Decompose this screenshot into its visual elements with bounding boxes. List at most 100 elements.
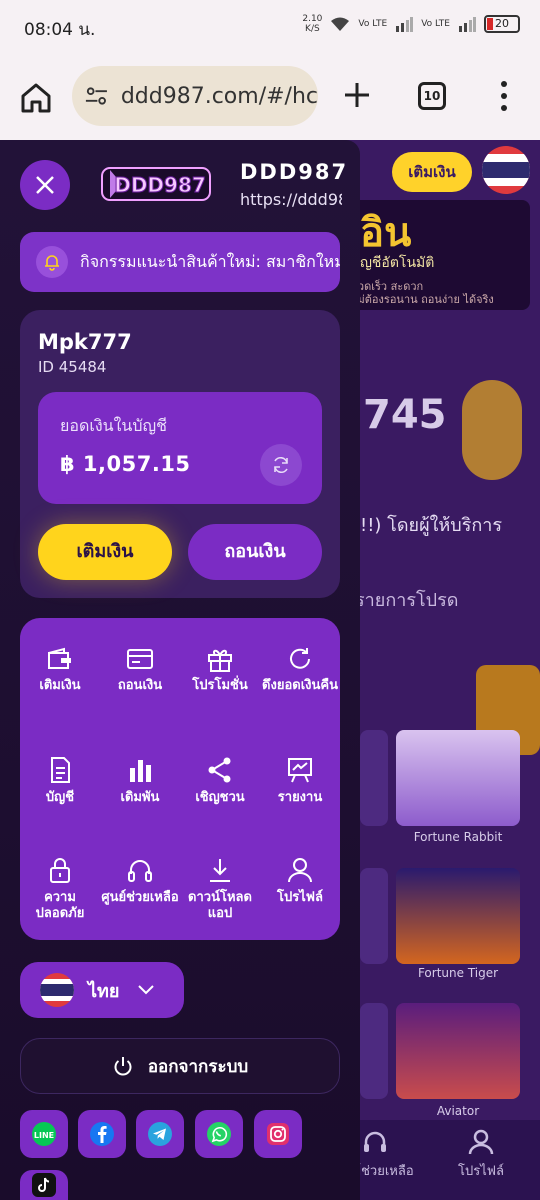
bar-chart-icon (130, 760, 151, 782)
more-options-icon[interactable] (496, 78, 512, 114)
game-title: Aviator (436, 1104, 480, 1118)
logout-label: ออกจากระบบ (147, 1056, 249, 1077)
game-title: Fortune Rabbit (413, 830, 503, 844)
nav-profile[interactable]: โปรไฟล์ (436, 1128, 526, 1181)
svg-text:LINE: LINE (34, 1131, 54, 1140)
coins-image (462, 380, 522, 480)
language-label: ไทย (88, 980, 120, 1002)
thai-flag-icon[interactable] (482, 146, 530, 194)
lock-icon (50, 858, 70, 883)
site-url: https://ddd987.com (240, 190, 342, 209)
whatsapp-button[interactable] (195, 1110, 243, 1158)
wallet-icon (48, 647, 71, 669)
signal-icon (459, 17, 476, 32)
balance-amount: ฿ 1,057.15 (60, 452, 191, 476)
download-icon (210, 859, 230, 882)
telegram-icon (148, 1122, 172, 1146)
banner-text: รวดเร็ว สะดวก ไม่ต้องรอนาน ถอนง่าย ได้จริ… (352, 280, 494, 306)
share-icon (208, 757, 231, 783)
game-card-fortune-rabbit[interactable] (396, 730, 520, 826)
menu-bets[interactable]: เดิมพัน (100, 756, 180, 806)
facebook-button[interactable] (78, 1110, 126, 1158)
menu-account[interactable]: บัญชี (20, 756, 100, 806)
url-text: ddd987.com/#/hc (120, 83, 318, 109)
chevron-down-icon (138, 985, 155, 995)
logout-button[interactable]: ออกจากระบบ (20, 1038, 340, 1094)
instagram-button[interactable] (254, 1110, 302, 1158)
game-card-fortune-tiger[interactable] (396, 868, 520, 964)
menu-download-app[interactable]: ดาวน์โหลดแอป (180, 856, 260, 922)
address-bar[interactable]: ddd987.com/#/hc (72, 66, 318, 126)
user-id: ID 45484 (38, 358, 107, 376)
promo-banner[interactable]: อิน ญชีอัตโนมัติ รวดเร็ว สะดวก ไม่ต้องรอน… (340, 200, 530, 310)
site-logo: DDD987 (101, 167, 211, 201)
deposit-button[interactable]: เติมเงิน (38, 524, 172, 580)
thai-flag-icon (40, 973, 74, 1007)
side-drawer: DDD987 DDD987 https://ddd987.com กิจกรรม… (0, 140, 360, 1200)
language-selector[interactable]: ไทย (20, 962, 184, 1018)
line-button[interactable]: LINE (20, 1110, 68, 1158)
username: Mpk777 (38, 330, 132, 354)
menu-support[interactable]: ศูนย์ช่วยเหลือ (100, 856, 180, 906)
refresh-balance-button[interactable] (260, 444, 302, 486)
menu-profile[interactable]: โปรไฟล์ (260, 856, 340, 906)
game-card-aviator[interactable] (396, 1003, 520, 1099)
status-time: 08:04 น. (24, 20, 96, 40)
menu-grid: เติมเงิน ถอนเงิน โปรโมชั่น ดึงยอดเงินคืน… (20, 618, 340, 940)
close-icon (36, 176, 54, 194)
wifi-icon (331, 17, 350, 31)
balance-panel: ยอดเงินในบัญชี ฿ 1,057.15 (38, 392, 322, 504)
site-settings-icon[interactable] (84, 83, 109, 109)
network-type-1: Vo LTE (358, 18, 388, 29)
power-icon (114, 1057, 132, 1076)
header-deposit-button[interactable]: เติมเงิน (392, 152, 472, 192)
user-icon (468, 1129, 494, 1155)
site-name: DDD987 (240, 160, 349, 184)
refresh-icon (290, 648, 310, 669)
bell-icon (36, 246, 68, 278)
jackpot-number: 745 (363, 392, 447, 438)
menu-withdraw[interactable]: ถอนเงิน (100, 646, 180, 694)
network-type-2: Vo LTE (421, 18, 450, 29)
favorites-tab[interactable]: รายการโปรด (355, 585, 458, 614)
headphones-icon (364, 1131, 386, 1152)
game-card[interactable] (360, 730, 388, 826)
menu-report[interactable]: รายงาน (260, 756, 340, 806)
presentation-icon (288, 758, 312, 783)
marquee-text: !!) โดยผู้ให้บริการ (360, 515, 503, 536)
svg-text:DDD987: DDD987 (114, 173, 206, 197)
balance-label: ยอดเงินในบัญชี (60, 416, 167, 435)
announcement-bar[interactable]: กิจกรรมแนะนำสินค้าใหม่: สมาชิกใหม่รับโบน… (20, 232, 340, 292)
menu-security[interactable]: ความปลอดภัย (20, 856, 100, 922)
tab-switcher-button[interactable]: 10 (418, 82, 446, 110)
tiktok-button[interactable] (20, 1170, 68, 1200)
facebook-icon (90, 1122, 114, 1146)
telegram-button[interactable] (136, 1110, 184, 1158)
line-icon: LINE (32, 1122, 56, 1146)
game-card[interactable] (360, 868, 388, 964)
menu-invite[interactable]: เชิญชวน (180, 756, 260, 806)
game-title: Fortune Tiger (417, 966, 499, 980)
card-icon (127, 649, 153, 669)
browser-toolbar: ddd987.com/#/hc 10 (0, 56, 540, 140)
menu-rebate[interactable]: ดึงยอดเงินคืน (260, 646, 340, 694)
status-bar: 08:04 น. 2.10 K/S Vo LTE Vo LTE 20 (0, 0, 540, 56)
new-tab-icon[interactable] (340, 78, 374, 112)
instagram-icon (267, 1123, 289, 1145)
document-icon (51, 757, 70, 783)
withdraw-button[interactable]: ถอนเงิน (188, 524, 322, 580)
whatsapp-icon (207, 1122, 231, 1146)
game-card[interactable] (360, 1003, 388, 1099)
user-card: Mpk777 ID 45484 ยอดเงินในบัญชี ฿ 1,057.1… (20, 310, 340, 598)
battery-icon: 20 (484, 15, 520, 33)
close-drawer-button[interactable] (20, 160, 70, 210)
menu-deposit[interactable]: เติมเงิน (20, 646, 100, 694)
menu-promotions[interactable]: โปรโมชั่น (180, 646, 260, 694)
gift-icon (208, 649, 232, 672)
banner-subtitle: ญชีอัตโนมัติ (360, 255, 435, 271)
user-icon (288, 858, 312, 883)
network-speed: 2.10 K/S (302, 14, 323, 34)
home-icon[interactable] (18, 80, 54, 116)
jackpot-banner: 745 (345, 370, 530, 490)
announcement-text: กิจกรรมแนะนำสินค้าใหม่: สมาชิกใหม่รับโบน… (80, 251, 340, 271)
